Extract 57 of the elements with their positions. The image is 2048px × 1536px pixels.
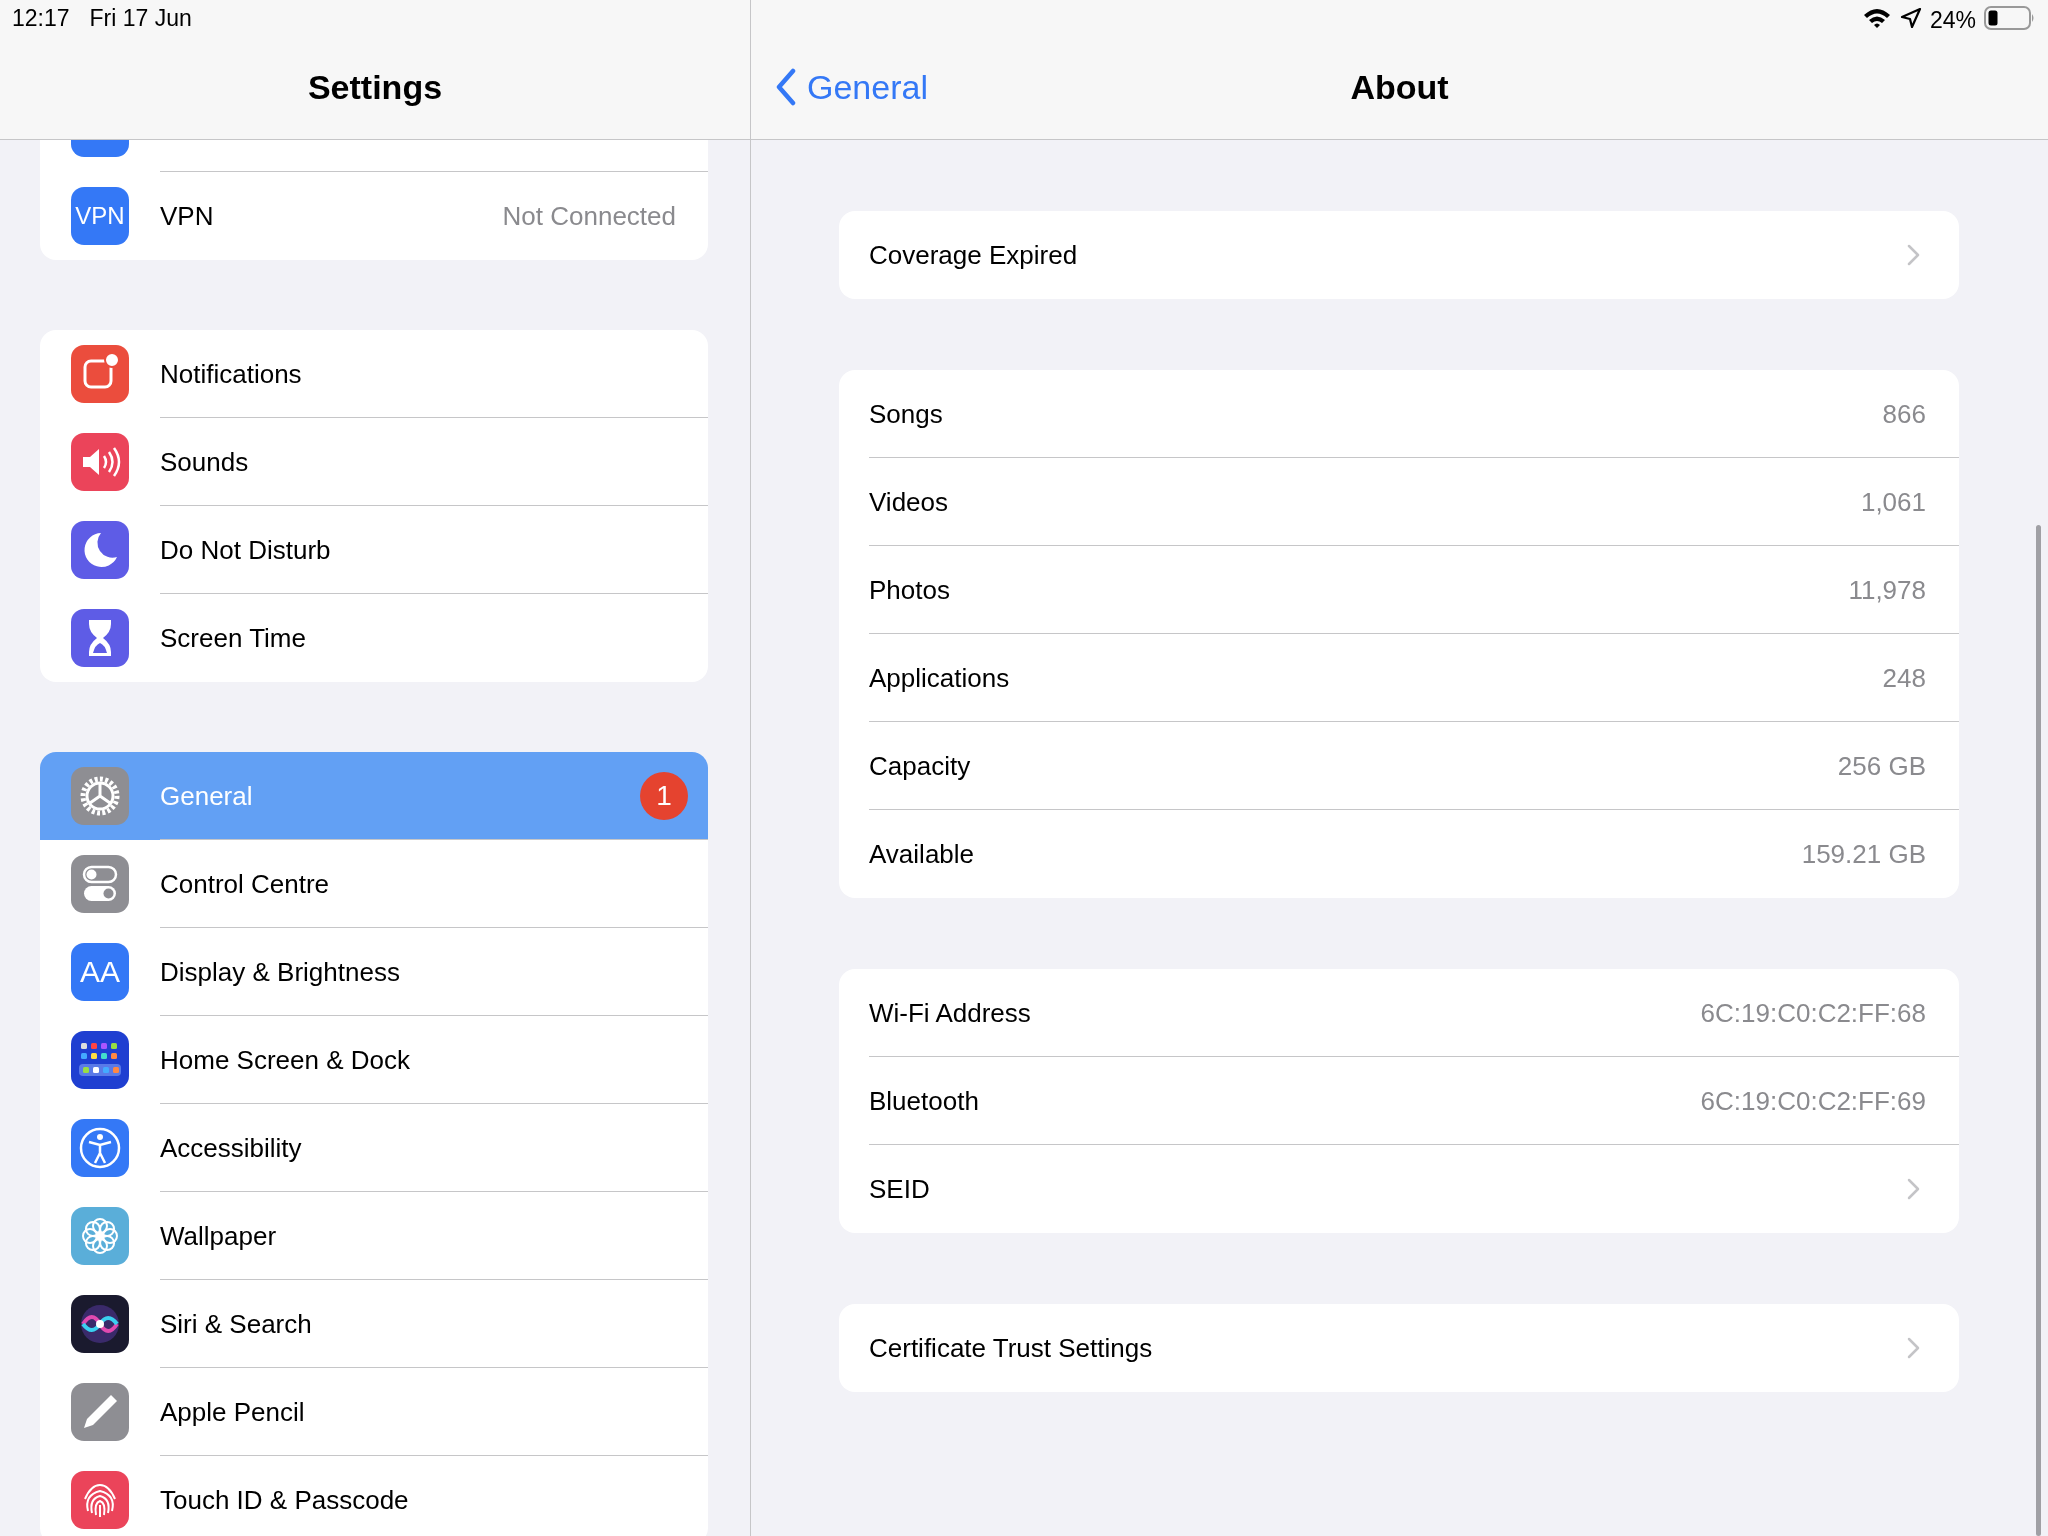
settings-list-item[interactable]: Screen Time xyxy=(40,594,708,682)
row-label: Bluetooth xyxy=(869,1085,980,1117)
pencil-icon xyxy=(71,1383,129,1441)
page-title: About xyxy=(1350,67,1449,107)
settings-list-item[interactable]: Sounds xyxy=(40,418,708,506)
sidebar-title: Settings xyxy=(306,66,444,108)
grid-icon xyxy=(71,1031,129,1089)
settings-list-item[interactable]: Accessibility xyxy=(40,1104,708,1192)
settings-list-item[interactable]: Touch ID & Passcode xyxy=(40,1456,708,1536)
accessibility-icon xyxy=(71,1119,129,1177)
row-label: Songs xyxy=(869,398,944,430)
moon-icon xyxy=(71,521,129,579)
row-label: Available xyxy=(869,838,976,870)
sounds-icon xyxy=(71,433,129,491)
settings-list-item[interactable]: AA Display & Brightness xyxy=(40,928,708,1016)
text-icon: AA xyxy=(71,943,129,1001)
row-value: 1,061 xyxy=(1860,486,1926,518)
status-value: Not Connected xyxy=(502,200,676,232)
row-label: Photos xyxy=(869,574,951,606)
gear-icon xyxy=(71,767,129,825)
notifications-icon xyxy=(71,345,129,403)
battery-percentage: 24% xyxy=(1929,7,1976,34)
row-value: 11,978 xyxy=(1848,574,1926,606)
settings-list-item[interactable]: Notifications xyxy=(40,330,708,418)
row-value: 866 xyxy=(1882,398,1926,430)
row-value: 6C:19:C0:C2:FF:68 xyxy=(1700,997,1926,1029)
fingerprint-icon xyxy=(71,1471,129,1529)
notification-badge: 1 xyxy=(640,772,688,820)
settings-list-item[interactable]: VPN VPN Not Connected xyxy=(40,172,708,260)
row-value: 256 GB xyxy=(1837,750,1926,782)
row-label[interactable]: Certificate Trust Settings xyxy=(869,1332,1906,1364)
app-icon xyxy=(71,140,129,157)
row-value: 159.21 GB xyxy=(1801,838,1926,870)
settings-list-item[interactable]: Siri & Search xyxy=(40,1280,708,1368)
row-value: 248 xyxy=(1882,662,1926,694)
row-label[interactable]: SEID xyxy=(869,1173,1906,1205)
siri-icon xyxy=(71,1295,129,1353)
row-label[interactable]: Coverage Expired xyxy=(869,239,1906,271)
toggles-icon xyxy=(71,855,129,913)
settings-list-item[interactable]: Control Centre xyxy=(40,840,708,928)
back-button[interactable]: General xyxy=(775,67,928,107)
status-time: 12:17 xyxy=(12,5,70,33)
row-label: Capacity xyxy=(869,750,972,782)
flower-icon xyxy=(71,1207,129,1265)
row-label: Applications xyxy=(869,662,1011,694)
row-value: 6C:19:C0:C2:FF:69 xyxy=(1700,1085,1926,1117)
vpn-icon: VPN xyxy=(71,187,129,245)
status-date: Fri 17 Jun xyxy=(89,5,192,33)
settings-list-item[interactable]: General 1 xyxy=(40,752,708,840)
row-label: Wi-Fi Address xyxy=(869,997,1032,1029)
settings-list-item[interactable]: Wallpaper xyxy=(40,1192,708,1280)
hourglass-icon xyxy=(71,609,129,667)
back-chevron-icon xyxy=(775,68,797,106)
settings-list-item[interactable]: Apple Pencil xyxy=(40,1368,708,1456)
row-label: Videos xyxy=(869,486,950,518)
settings-list-item[interactable]: Do Not Disturb xyxy=(40,506,708,594)
settings-list-item[interactable]: Home Screen & Dock xyxy=(40,1016,708,1104)
